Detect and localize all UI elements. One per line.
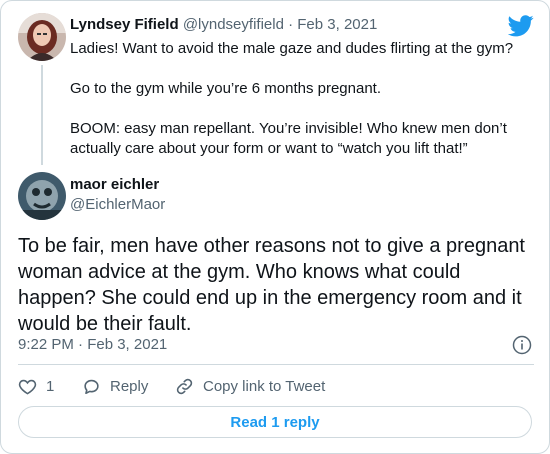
copy-link-label: Copy link to Tweet: [203, 377, 326, 395]
speech-bubble-icon: [84, 379, 99, 394]
reply-timestamp[interactable]: 9:22 PM · Feb 3, 2021: [18, 335, 167, 355]
read-replies-button[interactable]: Read 1 reply: [18, 406, 532, 438]
link-icon: [176, 378, 193, 394]
thread-connector-line: [41, 65, 43, 165]
quoted-author-name[interactable]: Lyndsey Fifield: [70, 16, 179, 33]
info-icon[interactable]: [512, 335, 532, 355]
quoted-tweet-date[interactable]: Feb 3, 2021: [297, 16, 377, 33]
avatar-lyndsey[interactable]: [18, 13, 66, 61]
quoted-paragraph: BOOM: easy man repellant. You’re invisib…: [70, 120, 507, 157]
reply-button[interactable]: Reply: [82, 375, 148, 397]
reply-author-handle[interactable]: @EichlerMaor: [70, 195, 165, 215]
quoted-tweet-text: Ladies! Want to avoid the male gaze and …: [70, 39, 530, 159]
reply-tweet-text: To be fair, men have other reasons not t…: [18, 235, 525, 335]
quoted-paragraph: Go to the gym while you’re 6 months preg…: [70, 80, 382, 97]
reply-label: Reply: [110, 377, 149, 395]
quoted-tweet-header: Lyndsey Fifield @lyndseyfifield · Feb 3,…: [70, 15, 377, 35]
copy-link-button[interactable]: Copy link to Tweet: [175, 375, 325, 397]
avatar-maor[interactable]: [18, 172, 66, 220]
tweet-card: Lyndsey Fifield @lyndseyfifield · Feb 3,…: [0, 0, 550, 454]
heart-icon: [18, 379, 37, 395]
divider: [18, 364, 534, 365]
like-count: 1: [46, 377, 55, 395]
like-button[interactable]: 1: [18, 375, 54, 397]
quoted-author-handle[interactable]: @lyndseyfifield: [183, 16, 284, 33]
reply-author-name[interactable]: maor eichler: [70, 175, 159, 195]
quoted-paragraph: Ladies! Want to avoid the male gaze and …: [70, 40, 514, 57]
twitter-bird-icon[interactable]: [508, 15, 534, 37]
header-separator: ·: [288, 16, 294, 33]
